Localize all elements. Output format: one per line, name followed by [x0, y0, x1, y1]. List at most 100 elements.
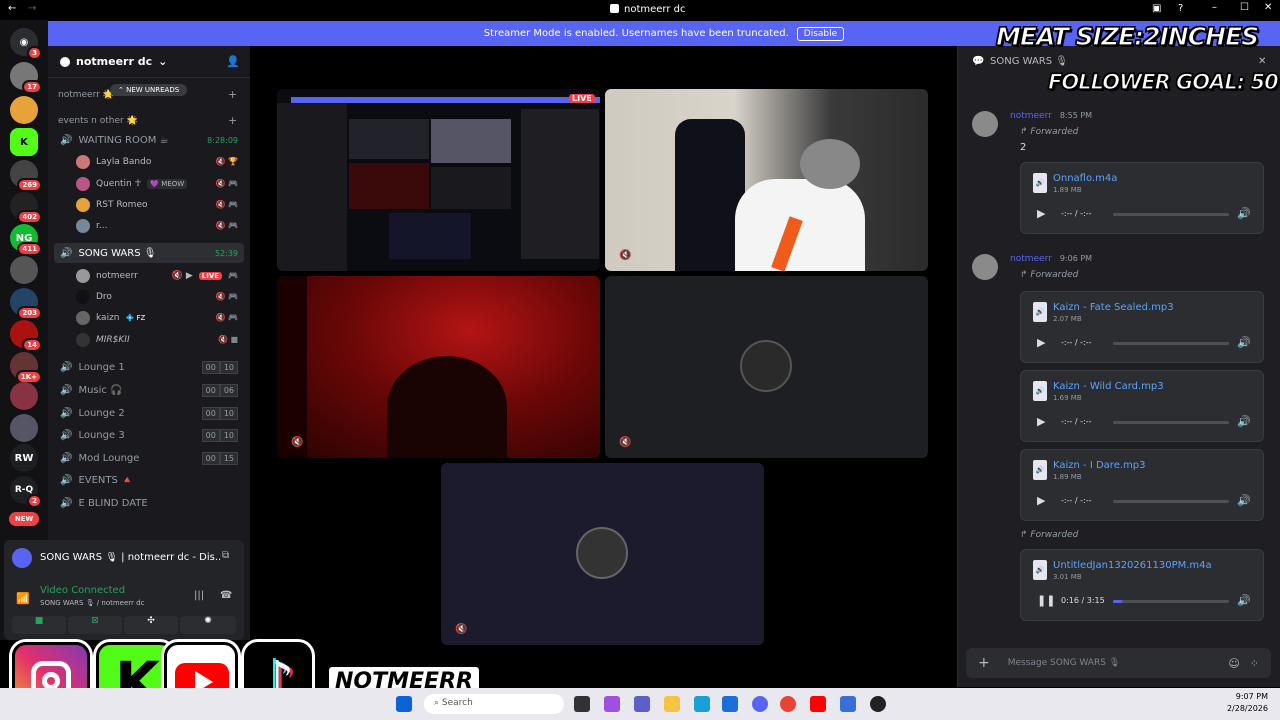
- avatar[interactable]: [972, 254, 998, 280]
- disconnect-icon[interactable]: ☎: [220, 590, 232, 601]
- voice-member[interactable]: Quentin ☥ 💜 MEOW 🔇 🎮: [76, 174, 244, 193]
- file-name[interactable]: UntitledJan1320261130PM.m4a: [1053, 560, 1212, 571]
- voice-member[interactable]: Dro 🔇 🎮: [76, 287, 244, 306]
- direct-messages-icon[interactable]: ◉ 3: [10, 28, 42, 60]
- server-icon-rq[interactable]: R-Q 2: [10, 476, 42, 508]
- play-icon[interactable]: ▶: [1037, 494, 1045, 507]
- attach-plus-icon[interactable]: +: [978, 655, 990, 671]
- volume-icon[interactable]: 🔊: [1237, 494, 1251, 507]
- webcam-tile-notmeerr[interactable]: 🔇: [605, 89, 928, 271]
- new-servers-pill[interactable]: NEW: [9, 512, 39, 526]
- voice-member[interactable]: MIR$KII 🔇 ■: [76, 330, 244, 349]
- server-icon[interactable]: 402: [10, 192, 42, 224]
- apps-icon[interactable]: ⁘: [1250, 657, 1259, 670]
- popout-icon[interactable]: ⧉: [222, 550, 229, 561]
- seek-bar[interactable]: [1113, 342, 1229, 345]
- seek-bar[interactable]: [1113, 500, 1229, 503]
- copilot-icon[interactable]: [604, 696, 620, 712]
- emoji-icon[interactable]: ☺: [1228, 657, 1239, 670]
- server-icon[interactable]: [10, 414, 38, 442]
- message-author[interactable]: notmeerr: [1010, 254, 1052, 264]
- voice-member[interactable]: kaizn 💠 FZ 🔇 🎮: [76, 308, 244, 327]
- volume-icon[interactable]: 🔊: [1237, 594, 1251, 607]
- disable-button[interactable]: Disable: [796, 26, 845, 41]
- webcam-tile-red[interactable]: 🔇: [277, 276, 600, 458]
- voice-member[interactable]: r... 🔇 🎮: [76, 216, 244, 235]
- clock-date[interactable]: 2/28/2026: [1222, 704, 1268, 713]
- server-header[interactable]: notmeerr dc ⌄ 👤: [48, 46, 250, 78]
- file-name[interactable]: Kaizn - Fate Sealed.mp3: [1053, 302, 1174, 313]
- kick-server-icon[interactable]: K: [10, 128, 38, 156]
- add-channel-icon[interactable]: +: [228, 114, 237, 127]
- store-icon[interactable]: [722, 696, 738, 712]
- server-icon[interactable]: [10, 96, 38, 124]
- inbox-icon[interactable]: ▣: [1152, 3, 1161, 14]
- task-view-icon[interactable]: [574, 696, 590, 712]
- seek-bar[interactable]: [1113, 213, 1229, 216]
- taskbar-search[interactable]: ⌕ Search: [424, 694, 564, 714]
- back-icon[interactable]: ←: [8, 3, 16, 14]
- maximize-icon[interactable]: ☐: [1240, 2, 1249, 13]
- server-icon[interactable]: 14: [10, 320, 42, 352]
- category-notmeerr[interactable]: notmeerr 🌟: [58, 90, 114, 100]
- chrome-icon[interactable]: [780, 696, 796, 712]
- voice-channel-lounge-1[interactable]: 🔊 Lounge 1 00 10: [54, 357, 244, 377]
- voice-channel-lounge-2[interactable]: 🔊 Lounge 2 00 10: [54, 403, 244, 423]
- noise-suppression-icon[interactable]: |||: [194, 590, 204, 601]
- voice-member[interactable]: Layla Bando 🔇 🏆: [76, 152, 244, 171]
- voice-channel-blind-date[interactable]: 🔊 E BLIND DATE: [54, 493, 244, 513]
- file-explorer-icon[interactable]: [664, 696, 680, 712]
- volume-icon[interactable]: 🔊: [1237, 415, 1251, 428]
- soundboard-button[interactable]: ✺: [180, 616, 236, 634]
- server-icon[interactable]: 1K+: [10, 352, 42, 384]
- avatar[interactable]: [972, 111, 998, 137]
- pause-icon[interactable]: ❚❚: [1037, 594, 1055, 607]
- avatar-tile-dro[interactable]: 🔇: [605, 276, 928, 458]
- teams-icon[interactable]: [634, 696, 650, 712]
- volume-icon[interactable]: 🔊: [1237, 207, 1251, 220]
- file-name[interactable]: Kaizn - I Dare.mp3: [1053, 460, 1145, 471]
- voice-channel-lounge-3[interactable]: 🔊 Lounge 3 00 10: [54, 425, 244, 445]
- add-member-icon[interactable]: 👤: [226, 55, 240, 68]
- app-icon[interactable]: [840, 696, 856, 712]
- file-name[interactable]: Onnaflo.m4a: [1053, 173, 1117, 184]
- screen-share-button[interactable]: ⊠: [68, 616, 122, 634]
- forward-icon[interactable]: →: [28, 3, 36, 14]
- voice-channel-music[interactable]: 🔊 Music 🎧 00 06: [54, 380, 244, 400]
- avatar-tile-kaizn[interactable]: 🔇: [441, 463, 764, 645]
- add-channel-icon[interactable]: +: [228, 88, 237, 101]
- message-input[interactable]: + Message SONG WARS 🎙 ☺ ⁘: [966, 648, 1271, 678]
- file-name[interactable]: Kaizn - Wild Card.mp3: [1053, 381, 1164, 392]
- server-icon[interactable]: [10, 382, 38, 410]
- start-icon[interactable]: [396, 696, 412, 712]
- youtube-taskbar-icon[interactable]: [810, 696, 826, 712]
- voice-member[interactable]: RST Romeo 🔇 🎮: [76, 195, 244, 214]
- minimize-icon[interactable]: –: [1212, 2, 1217, 13]
- category-events[interactable]: events n other 🌟: [58, 116, 138, 126]
- seek-bar[interactable]: [1113, 600, 1229, 603]
- play-icon[interactable]: ▶: [1037, 415, 1045, 428]
- server-icon[interactable]: 203: [10, 288, 42, 320]
- server-icon[interactable]: NG 411: [10, 224, 42, 256]
- server-icon[interactable]: 269: [10, 160, 42, 192]
- server-icon-rw[interactable]: RW: [10, 444, 38, 472]
- voice-channel-song-wars[interactable]: 🔊 SONG WARS 🎙 52:39: [54, 243, 244, 263]
- connection-status[interactable]: Video Connected: [40, 585, 125, 596]
- voice-channel-events[interactable]: 🔊 EVENTS 🔺: [54, 470, 244, 490]
- close-chat-icon[interactable]: ✕: [1258, 56, 1266, 67]
- discord-taskbar-icon[interactable]: [752, 696, 768, 712]
- server-icon[interactable]: 17: [10, 62, 42, 94]
- edge-icon[interactable]: [694, 696, 710, 712]
- new-unreads-pill[interactable]: ⌃ NEW UNREADS: [110, 84, 188, 96]
- screen-share-tile[interactable]: LIVE: [277, 89, 600, 271]
- camera-button[interactable]: ■: [12, 616, 66, 634]
- volume-icon[interactable]: 🔊: [1237, 336, 1251, 349]
- play-icon[interactable]: ▶: [1037, 207, 1045, 220]
- server-icon[interactable]: [10, 256, 38, 284]
- play-icon[interactable]: ▶: [1037, 336, 1045, 349]
- message-author[interactable]: notmeerr: [1010, 111, 1052, 121]
- clock-time[interactable]: 9:07 PM: [1228, 692, 1268, 701]
- help-icon[interactable]: ?: [1178, 3, 1183, 14]
- voice-channel-mod-lounge[interactable]: 🔊 Mod Lounge 00 15: [54, 448, 244, 468]
- obs-icon[interactable]: [870, 696, 886, 712]
